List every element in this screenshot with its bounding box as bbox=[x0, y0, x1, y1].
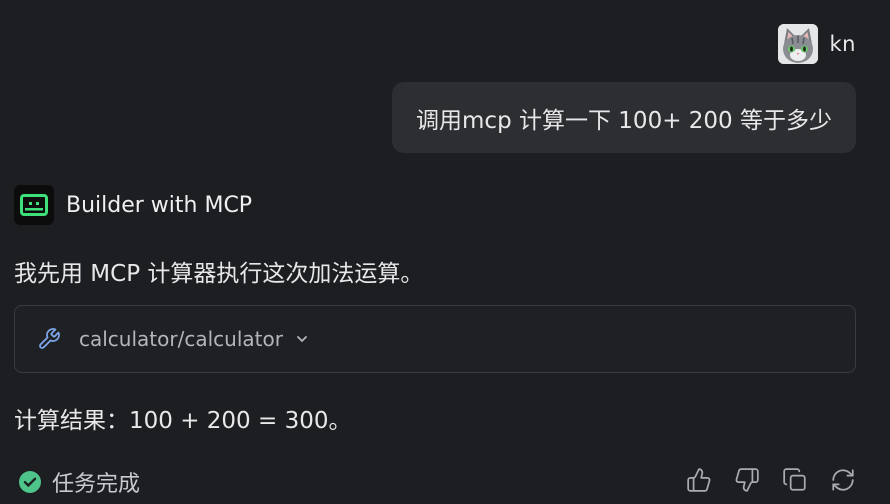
bot-intro-text: 我先用 MCP 计算器执行这次加法运算。 bbox=[14, 261, 424, 287]
copy-button[interactable] bbox=[782, 466, 808, 494]
user-avatar[interactable] bbox=[777, 24, 818, 64]
thumbs-up-button[interactable] bbox=[686, 466, 712, 494]
tool-call-name: calculator/calculator bbox=[79, 327, 283, 351]
user-message-header: kn bbox=[777, 24, 856, 64]
thumbs-down-button[interactable] bbox=[734, 466, 760, 494]
wrench-icon bbox=[39, 328, 60, 349]
check-circle-icon bbox=[19, 471, 41, 493]
user-name: kn bbox=[829, 32, 856, 56]
tool-call-toggle[interactable]: calculator/calculator bbox=[14, 305, 856, 373]
regenerate-button[interactable] bbox=[830, 466, 856, 494]
user-message-text: 调用mcp 计算一下 100+ 200 等于多少 bbox=[416, 107, 832, 134]
bot-logo-icon bbox=[14, 185, 54, 225]
chat-page: kn 调用mcp 计算一下 100+ 200 等于多少 Builder with… bbox=[0, 0, 890, 504]
thumbs-down-icon bbox=[735, 468, 759, 492]
bot-result-text: 计算结果：100 + 200 = 300。 bbox=[14, 408, 352, 434]
bot-message-header: Builder with MCP bbox=[14, 185, 252, 225]
message-actions bbox=[686, 466, 856, 494]
refresh-icon bbox=[832, 469, 854, 491]
chevron-down-icon bbox=[295, 332, 309, 346]
copy-icon bbox=[783, 468, 806, 491]
user-message-bubble: 调用mcp 计算一下 100+ 200 等于多少 bbox=[392, 82, 856, 153]
thumbs-up-icon bbox=[687, 468, 711, 492]
status-text: 任务完成 bbox=[52, 472, 141, 497]
bot-name: Builder with MCP bbox=[66, 192, 253, 218]
task-status: 任务完成 bbox=[18, 466, 140, 498]
